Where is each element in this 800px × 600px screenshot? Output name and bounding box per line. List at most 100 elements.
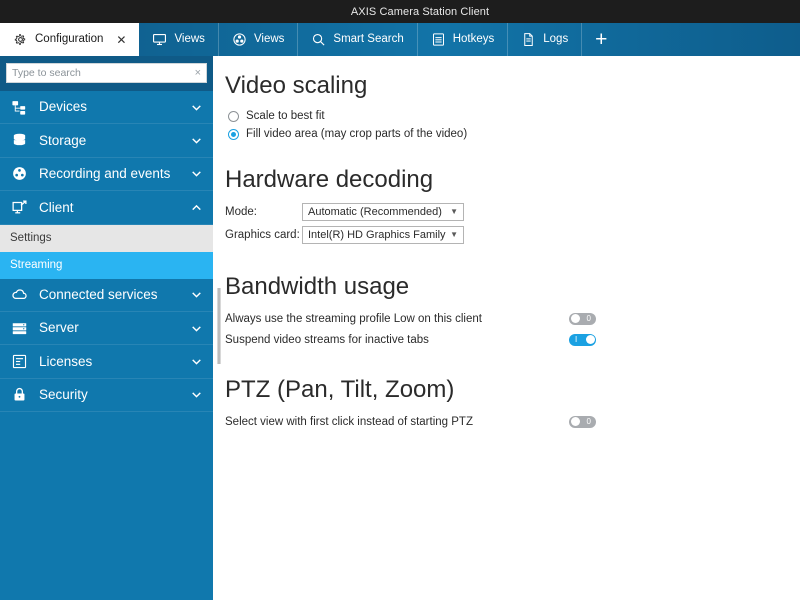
graphics-card-dropdown-value: Intel(R) HD Graphics Family — [308, 229, 446, 241]
graphics-card-label: Graphics card: — [225, 229, 300, 241]
tab-strip: Configuration ✕ Views Views Smart Search — [0, 23, 800, 56]
radio-label: Fill video area (may crop parts of the v… — [246, 128, 468, 140]
section-ptz: PTZ (Pan, Tilt, Zoom) Select view with f… — [225, 376, 800, 431]
clear-search-icon[interactable]: × — [191, 67, 201, 79]
mode-dropdown-value: Automatic (Recommended) — [308, 206, 442, 218]
chevron-down-icon — [192, 326, 201, 332]
search-box[interactable]: × — [6, 63, 207, 83]
radio-fill-video-area[interactable]: Fill video area (may crop parts of the v… — [225, 126, 800, 142]
toggle-label: Always use the streaming profile Low on … — [225, 312, 482, 325]
section-video-scaling: Video scaling Scale to best fit Fill vid… — [225, 72, 800, 142]
sidebar-item-label: Server — [39, 320, 79, 336]
section-title: Video scaling — [225, 72, 368, 99]
tab-smart-search[interactable]: Smart Search — [298, 23, 418, 56]
toggle-state-mark: 0 — [586, 416, 591, 426]
section-title: Hardware decoding — [225, 166, 434, 193]
tab-label: Views — [174, 32, 205, 45]
toggle-state-mark: I — [575, 334, 578, 344]
toggle-select-view-first-click[interactable]: 0 — [569, 415, 596, 428]
plus-icon: + — [595, 28, 608, 51]
toggle-knob — [585, 335, 595, 344]
search-magnifier-icon — [313, 33, 325, 46]
graphics-card-dropdown[interactable]: Intel(R) HD Graphics Family ▼ — [302, 226, 464, 244]
radio-label: Scale to best fit — [246, 110, 325, 122]
search-input[interactable] — [12, 67, 191, 79]
sidebar-item-server[interactable]: Server — [0, 312, 213, 346]
tab-logs[interactable]: Logs — [508, 23, 583, 56]
tab-views-2[interactable]: Views — [219, 23, 299, 56]
toggle-knob — [570, 314, 580, 323]
chevron-up-icon — [192, 204, 201, 211]
chevron-down-icon — [192, 138, 201, 144]
mode-label: Mode: — [225, 206, 257, 218]
keyboard-icon — [432, 33, 444, 46]
sidebar-subitem-streaming[interactable]: Streaming — [0, 251, 213, 279]
sidebar-item-client[interactable]: Client — [0, 191, 213, 225]
sidebar-item-recording-and-events[interactable]: Recording and events — [0, 158, 213, 192]
sidebar-item-connected-services[interactable]: Connected services — [0, 279, 213, 312]
gear-icon — [14, 34, 26, 45]
new-tab-button[interactable]: + — [582, 23, 620, 56]
row-graphics-card: Graphics card: Intel(R) HD Graphics Fami… — [225, 225, 800, 245]
sidebar-item-label: Licenses — [39, 353, 93, 369]
license-certificate-icon — [12, 354, 27, 369]
content-scrollbar-thumb[interactable] — [218, 288, 220, 364]
sidebar-item-label: Storage — [39, 132, 87, 148]
chevron-down-icon: ▼ — [450, 230, 458, 239]
radio-scale-to-best-fit[interactable]: Scale to best fit — [225, 108, 800, 124]
sidebar-subitem-label: Settings — [10, 232, 52, 245]
sidebar-item-security[interactable]: Security — [0, 379, 213, 413]
tab-label: Configuration — [35, 32, 104, 45]
toggle-streaming-profile-low[interactable]: 0 — [569, 312, 596, 325]
row-mode: Mode: Automatic (Recommended) ▼ — [225, 202, 800, 222]
chevron-down-icon — [192, 392, 201, 399]
settings-content: Video scaling Scale to best fit Fill vid… — [213, 56, 800, 600]
row-suspend-inactive-tabs: Suspend video streams for inactive tabs … — [225, 330, 800, 349]
sidebar-item-devices[interactable]: Devices — [0, 91, 213, 125]
server-icon — [12, 322, 27, 334]
sidebar-item-licenses[interactable]: Licenses — [0, 345, 213, 379]
sidebar-item-label: Client — [39, 199, 74, 215]
tab-hotkeys[interactable]: Hotkeys — [418, 23, 509, 56]
monitor-icon — [153, 33, 167, 46]
window-titlebar: AXIS Camera Station Client — [0, 0, 800, 23]
toggle-state-mark: 0 — [586, 313, 591, 323]
toggle-knob — [570, 417, 580, 426]
sidebar-subitem-settings[interactable]: Settings — [0, 224, 213, 252]
tab-label: Smart Search — [333, 32, 404, 45]
row-select-view-first-click: Select view with first click instead of … — [225, 412, 800, 431]
tab-views-1[interactable]: Views — [139, 23, 219, 56]
close-icon[interactable]: ✕ — [116, 34, 126, 46]
tab-label: Hotkeys — [452, 32, 495, 45]
film-icon — [233, 33, 246, 46]
toggle-label: Suspend video streams for inactive tabs — [225, 333, 429, 346]
radio-button-icon[interactable] — [228, 110, 239, 122]
chevron-down-icon — [192, 105, 201, 111]
cloud-icon — [12, 289, 27, 300]
sidebar-item-label: Security — [39, 387, 88, 403]
section-hardware-decoding: Hardware decoding Mode: Automatic (Recom… — [225, 166, 800, 245]
sidebar-item-label: Devices — [39, 99, 88, 115]
section-bandwidth-usage: Bandwidth usage Always use the streaming… — [225, 273, 800, 349]
sidebar-item-storage[interactable]: Storage — [0, 124, 213, 158]
sidebar-item-label: Connected services — [39, 287, 158, 302]
tab-configuration[interactable]: Configuration ✕ — [0, 23, 140, 56]
tab-label: Logs — [543, 32, 569, 45]
sidebar-empty-space — [0, 412, 213, 600]
chevron-down-icon — [192, 292, 201, 298]
toggle-suspend-inactive-tabs[interactable]: I — [569, 333, 596, 346]
radio-button-selected-icon[interactable] — [228, 128, 239, 140]
mode-dropdown[interactable]: Automatic (Recommended) ▼ — [302, 203, 464, 221]
tab-label: Views — [253, 32, 285, 45]
toggle-label: Select view with first click instead of … — [225, 415, 473, 428]
section-title: PTZ (Pan, Tilt, Zoom) — [225, 376, 455, 403]
chevron-down-icon — [192, 359, 201, 365]
sidebar-item-label: Recording and events — [39, 166, 171, 182]
chevron-down-icon — [192, 171, 201, 178]
lock-icon — [14, 388, 25, 401]
section-title: Bandwidth usage — [225, 273, 410, 300]
sidebar-search-wrapper: × — [0, 56, 213, 91]
film-reel-icon — [13, 167, 26, 181]
row-streaming-profile-low: Always use the streaming profile Low on … — [225, 309, 800, 328]
database-icon — [13, 133, 26, 146]
